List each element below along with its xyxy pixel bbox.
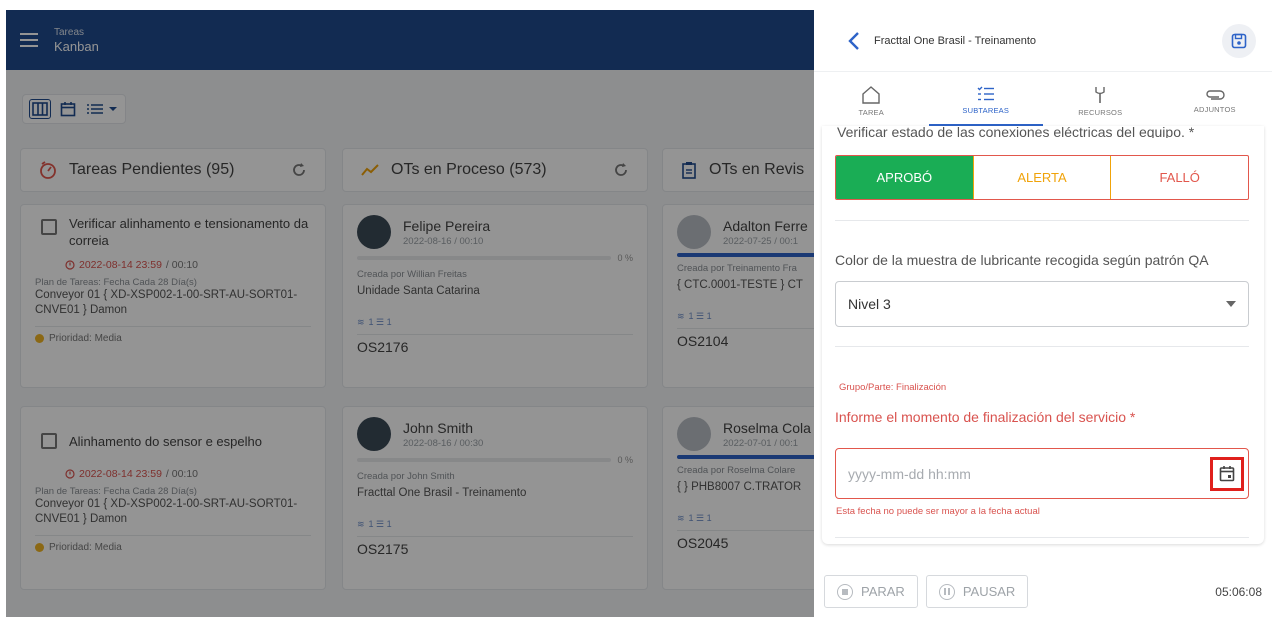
checklist-icon [977,86,995,102]
tools-icon [1092,86,1108,104]
save-button[interactable] [1222,23,1256,58]
home-icon [861,85,881,104]
approve-button[interactable]: APROBÓ [836,156,973,199]
select-value: Nivel 3 [848,296,891,312]
group-label: Grupo/Parte: Finalización [839,382,947,393]
calendar-picker-button[interactable] [1210,456,1244,491]
pause-icon [938,583,955,600]
tab-tarea[interactable]: TAREA [814,76,929,126]
subtask-form: Verificar estado de las conexiones eléct… [822,126,1264,544]
back-arrow-icon[interactable] [848,31,860,51]
pause-button[interactable]: PAUSAR [925,575,1029,608]
paperclip-icon [1205,89,1225,101]
stop-button[interactable]: PARAR [824,575,918,608]
calendar-icon [1219,466,1235,482]
tab-subtareas[interactable]: SUBTAREAS [928,76,1043,126]
lubricant-level-select[interactable]: Nivel 3 [835,281,1249,327]
fail-button[interactable]: FALLÓ [1111,156,1248,199]
divider [835,346,1249,347]
alert-button[interactable]: ALERTA [972,156,1112,199]
result-segmented-control: APROBÓ ALERTA FALLÓ [835,155,1249,200]
question-label: Color de la muestra de lubricante recogi… [835,252,1209,268]
tab-recursos[interactable]: RECURSOS [1043,76,1158,126]
panel-footer: PARAR PAUSAR 05:06:08 [814,566,1272,617]
panel-header: Fracttal One Brasil - Treinamento [814,10,1272,72]
kanban-app: Tareas Kanban Tareas Pendientes (95) Ver… [6,10,814,617]
save-icon [1231,33,1247,48]
question-label: Informe el momento de finalización del s… [835,409,1136,425]
divider [835,537,1249,538]
datetime-placeholder: yyyy-mm-dd hh:mm [848,465,971,482]
task-detail-panel: Fracttal One Brasil - Treinamento TAREA … [814,10,1272,617]
tab-adjuntos[interactable]: ADJUNTOS [1158,76,1272,126]
panel-title: Fracttal One Brasil - Treinamento [874,34,1037,47]
modal-overlay[interactable] [6,10,814,617]
chevron-down-icon [1226,301,1236,307]
elapsed-timer: 05:06:08 [1215,584,1262,599]
question-label: Verificar estado de las conexiones eléct… [837,126,1195,138]
error-message: Esta fecha no puede ser mayor a la fecha… [836,506,1040,517]
panel-tabs: TAREA SUBTAREAS RECURSOS ADJUNTOS [814,76,1272,126]
stop-icon [837,583,853,600]
divider [835,220,1249,221]
finish-datetime-field[interactable]: yyyy-mm-dd hh:mm [835,448,1249,499]
